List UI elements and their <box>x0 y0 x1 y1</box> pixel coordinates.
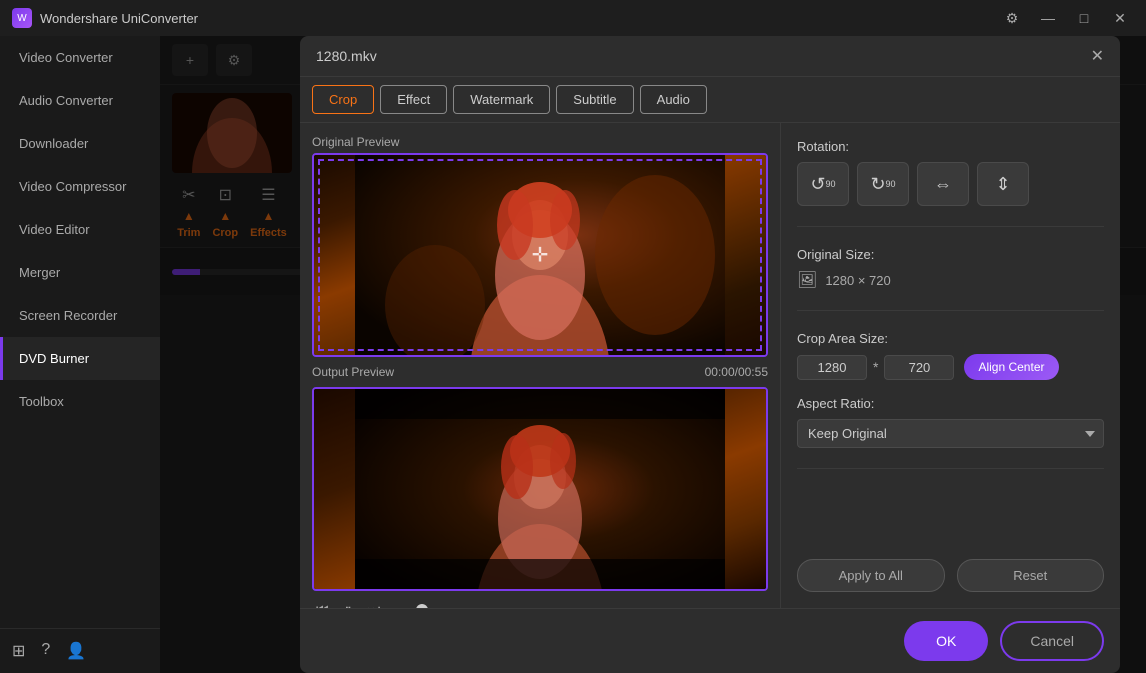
sidebar-item-downloader[interactable]: Downloader <box>0 122 160 165</box>
flip-h-button[interactable]: ⇔ <box>917 162 969 206</box>
output-preview <box>314 389 766 589</box>
sidebar-item-screen-recorder[interactable]: Screen Recorder <box>0 294 160 337</box>
modal-body: Original Preview <box>300 123 1120 608</box>
original-size-label: Original Size: <box>797 247 1104 262</box>
playback-controls: ⏮ ⏸ ⏭ <box>312 591 768 608</box>
progress-thumb <box>416 604 428 609</box>
tab-watermark[interactable]: Watermark <box>453 85 550 114</box>
sidebar: Video Converter Audio Converter Download… <box>0 36 160 673</box>
original-size-value: 1280 × 720 <box>825 273 890 288</box>
reset-button[interactable]: Reset <box>957 559 1105 592</box>
layout-icon[interactable]: ⊞ <box>12 641 25 661</box>
aspect-ratio-section: Aspect Ratio: Keep Original 16:9 4:3 1:1… <box>797 396 1104 448</box>
app-title: Wondershare UniConverter <box>40 11 198 26</box>
crop-height-input[interactable] <box>884 355 954 380</box>
divider-3 <box>797 468 1104 469</box>
sidebar-item-audio-converter[interactable]: Audio Converter <box>0 79 160 122</box>
crop-area-section: Crop Area Size: * Align Center <box>797 331 1104 380</box>
size-icon: 🖼 <box>797 270 817 290</box>
rotate-cw-button[interactable]: ↻90 <box>857 162 909 206</box>
divider-1 <box>797 226 1104 227</box>
video-section: Original Preview <box>300 123 780 608</box>
modal-footer: OK Cancel <box>300 608 1120 673</box>
original-size-row: 🖼 1280 × 720 <box>797 270 1104 290</box>
title-bar-controls: ⚙ — □ ✕ <box>998 8 1134 28</box>
rotation-buttons: ↺90 ↻90 ⇔ ⇕ <box>797 162 1104 206</box>
title-bar: W Wondershare UniConverter ⚙ — □ ✕ <box>0 0 1146 36</box>
crop-area-label: Crop Area Size: <box>797 331 1104 346</box>
app-logo: W <box>12 8 32 28</box>
output-preview-section: Output Preview 00:00/00:55 <box>312 365 768 608</box>
maximize-button[interactable]: □ <box>1070 8 1098 28</box>
sidebar-item-video-compressor[interactable]: Video Compressor <box>0 165 160 208</box>
timestamp: 00:00/00:55 <box>705 365 768 379</box>
tab-crop[interactable]: Crop <box>312 85 374 114</box>
crop-width-input[interactable] <box>797 355 867 380</box>
sidebar-item-dvd-burner[interactable]: DVD Burner <box>0 337 160 380</box>
modal-header: 1280.mkv ✕ <box>300 36 1120 77</box>
original-preview-section: Original Preview <box>312 135 768 357</box>
aspect-ratio-label: Aspect Ratio: <box>797 396 1104 411</box>
main-layout: Video Converter Audio Converter Download… <box>0 36 1146 673</box>
cancel-button[interactable]: Cancel <box>1000 621 1104 661</box>
crop-crosshair: ✛ <box>532 243 549 268</box>
original-size-section: Original Size: 🖼 1280 × 720 <box>797 247 1104 290</box>
right-panel: Rotation: ↺90 ↻90 ⇔ ⇕ Original Size: <box>780 123 1120 608</box>
modal-close-button[interactable]: ✕ <box>1091 46 1104 66</box>
original-preview-label: Original Preview <box>312 135 768 149</box>
account-icon[interactable]: 👤 <box>66 641 86 661</box>
apply-to-all-button[interactable]: Apply to All <box>797 559 945 592</box>
crop-separator: * <box>873 359 878 375</box>
align-center-button[interactable]: Align Center <box>964 354 1058 380</box>
output-preview-wrap <box>312 387 768 591</box>
progress-bar[interactable] <box>392 608 768 609</box>
playback-header: Output Preview 00:00/00:55 <box>312 365 768 383</box>
action-buttons: Apply to All Reset <box>797 559 1104 592</box>
tab-audio[interactable]: Audio <box>640 85 707 114</box>
play-pause-button[interactable]: ⏸ <box>341 597 356 608</box>
ok-button[interactable]: OK <box>904 621 988 661</box>
rotation-label: Rotation: <box>797 139 1104 154</box>
minimize-button[interactable]: — <box>1034 8 1062 28</box>
tab-effect[interactable]: Effect <box>380 85 447 114</box>
rotate-ccw-button[interactable]: ↺90 <box>797 162 849 206</box>
play-back-button[interactable]: ⏮ <box>312 597 333 608</box>
title-bar-left: W Wondershare UniConverter <box>12 8 198 28</box>
rotation-section: Rotation: ↺90 ↻90 ⇔ ⇕ <box>797 139 1104 206</box>
original-preview: ✛ <box>314 155 766 355</box>
original-preview-wrap: ✛ <box>312 153 768 357</box>
output-preview-label: Output Preview <box>312 365 394 379</box>
content-area: + ⚙ ✂ ▲ Trim <box>160 36 1146 673</box>
sidebar-item-video-editor[interactable]: Video Editor <box>0 208 160 251</box>
flip-v-button[interactable]: ⇕ <box>977 162 1029 206</box>
crop-area-row: * Align Center <box>797 354 1104 380</box>
sidebar-item-toolbox[interactable]: Toolbox <box>0 380 160 423</box>
aspect-ratio-select[interactable]: Keep Original 16:9 4:3 1:1 9:16 <box>797 419 1104 448</box>
modal: 1280.mkv ✕ Crop Effect Watermark Subtitl… <box>300 36 1120 673</box>
tab-subtitle[interactable]: Subtitle <box>556 85 633 114</box>
sidebar-bottom: ⊞ ? 👤 <box>0 628 160 673</box>
help-icon[interactable]: ? <box>41 641 50 661</box>
sidebar-item-video-converter[interactable]: Video Converter <box>0 36 160 79</box>
modal-overlay: 1280.mkv ✕ Crop Effect Watermark Subtitl… <box>160 36 1146 673</box>
sidebar-item-merger[interactable]: Merger <box>0 251 160 294</box>
close-button[interactable]: ✕ <box>1106 8 1134 28</box>
play-forward-button[interactable]: ⏭ <box>364 597 385 608</box>
settings-button[interactable]: ⚙ <box>998 8 1026 28</box>
tabs-row: Crop Effect Watermark Subtitle Audio <box>300 77 1120 123</box>
divider-2 <box>797 310 1104 311</box>
modal-title: 1280.mkv <box>316 48 377 64</box>
